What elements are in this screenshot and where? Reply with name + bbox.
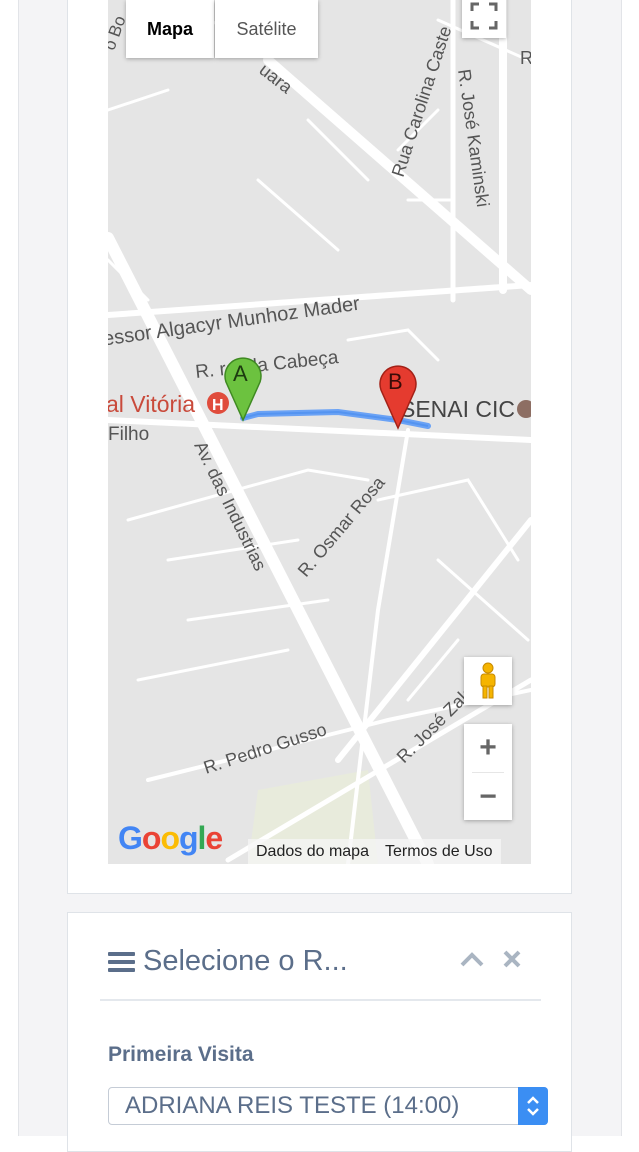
marker-b-label: B — [388, 369, 403, 394]
fullscreen-icon — [470, 2, 498, 30]
menu-icon[interactable] — [108, 948, 135, 976]
fullscreen-button[interactable] — [462, 0, 506, 38]
street-label-vitoria: al Vitória — [108, 391, 195, 417]
street-label-r: R — [520, 48, 531, 68]
map-attribution: Dados do mapa Termos de Uso — [248, 839, 501, 864]
route-card-header: Selecione o R... — [108, 945, 348, 978]
first-visit-select[interactable]: ADRIANA REIS TESTE (14:00) — [108, 1087, 548, 1125]
zoom-control: + − — [464, 724, 512, 820]
first-visit-selected-value: ADRIANA REIS TESTE (14:00) — [125, 1092, 460, 1119]
zoom-in-button[interactable]: + — [464, 724, 512, 772]
map-view[interactable]: o Bo uara Rua Carolina Caste R. José Kam… — [108, 0, 531, 864]
marker-a-label: A — [233, 361, 248, 386]
route-select-card: Selecione o R... Primeira Visita ADRIANA… — [67, 912, 572, 1152]
select-arrows-icon[interactable] — [518, 1087, 548, 1125]
hospital-icon-letter: H — [212, 397, 224, 414]
logo-letter: G — [118, 820, 143, 856]
zoom-out-button[interactable]: − — [464, 773, 512, 821]
terms-of-use-link[interactable]: Termos de Uso — [377, 843, 501, 861]
street-view-button[interactable] — [464, 657, 512, 705]
map-data-link[interactable]: Dados do mapa — [248, 843, 377, 861]
map-type-map-button[interactable]: Mapa — [126, 0, 214, 58]
route-card-title: Selecione o R... — [143, 945, 348, 977]
collapse-chevron-up-icon[interactable] — [460, 951, 484, 967]
logo-letter: g — [178, 820, 199, 856]
pegman-icon — [480, 662, 496, 699]
google-logo: Google — [118, 820, 223, 857]
logo-letter: o — [141, 820, 162, 856]
first-visit-label: Primeira Visita — [108, 1043, 254, 1066]
map-type-satellite-button[interactable]: Satélite — [215, 0, 318, 58]
logo-letter: o — [160, 820, 180, 856]
logo-letter: e — [205, 820, 223, 856]
street-label-filho: Filho — [108, 424, 149, 445]
card-divider — [100, 999, 541, 1001]
close-icon[interactable] — [502, 949, 522, 969]
street-label-senai: SENAI CIC — [400, 396, 515, 422]
